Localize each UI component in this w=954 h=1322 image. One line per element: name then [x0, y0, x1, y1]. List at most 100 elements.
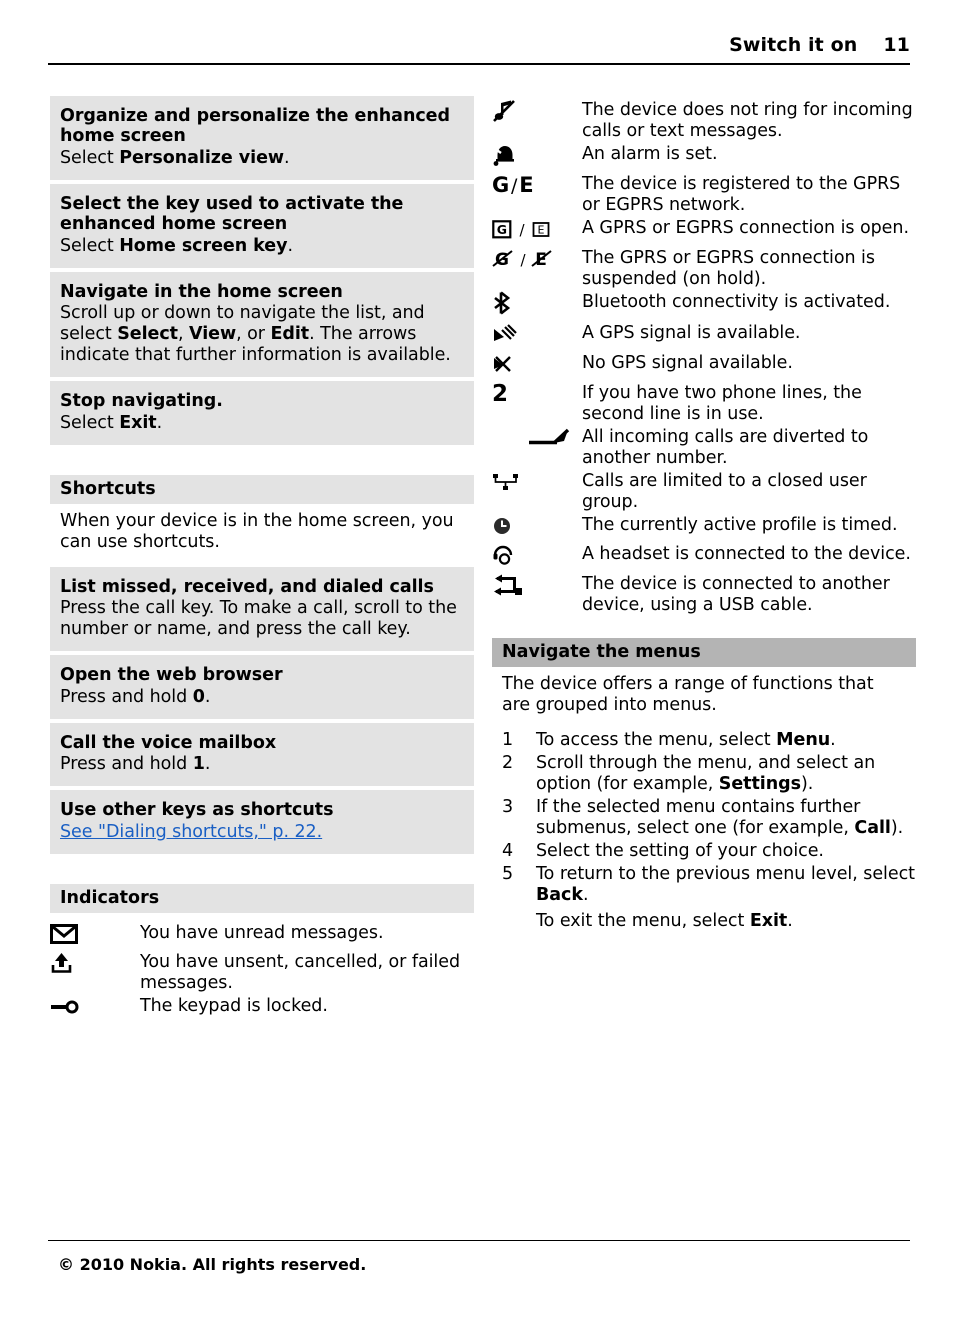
indicator-table-right: The device does not ring for incoming ca… — [492, 100, 916, 618]
indicator-text: The device does not ring for incoming ca… — [582, 100, 913, 141]
indicator-icon-cell: G / E — [492, 218, 582, 248]
step-text-part: Select the setting of your choice. — [536, 841, 824, 862]
step-text-part: ). — [800, 774, 814, 795]
indicator-text: You have unread messages. — [140, 922, 384, 943]
indicator-row: The device does not ring for incoming ca… — [492, 100, 916, 144]
indicator-icon-cell: 2 — [492, 380, 582, 427]
task-block-organize-home-screen: Organize and personalize the enhanced ho… — [50, 96, 474, 180]
task-body: Select Home screen key. — [60, 236, 464, 257]
indicator-row: Bluetooth connectivity is activated. — [492, 291, 916, 323]
silent-note-icon — [492, 100, 572, 122]
header-divider — [48, 63, 910, 65]
task-body-prefix: Select — [60, 147, 120, 168]
task-heading: Select the key used to activate the enha… — [60, 193, 404, 235]
section-heading-navigate-menus: Navigate the menus — [492, 638, 916, 668]
indicator-row: G / E The device is registered to the GP… — [492, 174, 916, 218]
task-body: Press and hold 1. — [60, 754, 464, 775]
timed-profile-clock-icon — [492, 515, 572, 537]
step-text: Select the setting of your choice. — [536, 841, 916, 862]
exit-note-emphasis: Exit — [749, 911, 788, 932]
indicator-icon-cell — [492, 323, 582, 353]
indicator-icon-cell — [50, 996, 140, 1022]
step-text-emphasis: Call — [854, 818, 891, 839]
task-block-navigate-home-screen: Navigate in the home screen Scroll up or… — [50, 271, 474, 378]
footer-copyright: © 2010 Nokia. All rights reserved. — [58, 1255, 367, 1274]
svg-text:G: G — [497, 222, 507, 237]
step-text: If the selected menu contains further su… — [536, 797, 916, 839]
menu-steps-list: 1 To access the menu, select Menu. 2 Scr… — [492, 730, 916, 906]
task-body: Scroll up or down to navigate the list, … — [60, 303, 464, 366]
task-block-select-activation-key: Select the key used to activate the enha… — [50, 183, 474, 268]
indicator-text: The device is connected to another devic… — [582, 574, 890, 615]
indicator-icon-cell: G / E — [492, 248, 582, 292]
line-two-glyph: 2 — [492, 380, 508, 407]
list-item: 3 If the selected menu contains further … — [492, 797, 916, 839]
gps-no-signal-icon — [492, 353, 572, 375]
step-number: 5 — [502, 864, 514, 885]
task-body-part: , — [178, 324, 190, 345]
indicator-icon-cell — [492, 100, 582, 144]
task-heading: Navigate in the home screen — [60, 281, 343, 302]
dialing-shortcuts-link[interactable]: See "Dialing shortcuts," p. 22. — [60, 822, 322, 842]
task-body: Select Exit. — [60, 413, 464, 434]
svg-text:E: E — [538, 224, 545, 237]
left-column: Organize and personalize the enhanced ho… — [50, 96, 474, 1022]
step-number: 1 — [502, 730, 514, 751]
indicator-text: You have unsent, cancelled, or failed me… — [140, 951, 461, 993]
task-body-emphasis: Home screen key — [119, 235, 288, 256]
task-heading: List missed, received, and dialed calls — [60, 576, 434, 597]
task-body-prefix: Select — [60, 412, 120, 433]
footer-divider — [48, 1240, 910, 1241]
indicator-icon-cell — [492, 471, 582, 515]
task-body-emphasis: Personalize view — [119, 147, 285, 168]
task-body: Press the call key. To make a call, scro… — [60, 598, 457, 640]
svg-text:/: / — [520, 251, 526, 269]
step-text-part: If the selected menu contains further su… — [536, 797, 861, 839]
indicator-icon-cell — [492, 574, 582, 618]
indicator-text: A headset is connected to the device. — [582, 544, 911, 564]
indicator-row: You have unread messages. — [50, 923, 474, 952]
indicator-text: No GPS signal available. — [582, 353, 793, 373]
indicator-text: All incoming calls are diverted to anoth… — [582, 427, 869, 468]
gps-signal-icon — [492, 323, 572, 345]
call-divert-arrow-icon — [492, 427, 576, 449]
indicator-text: If you have two phone lines, the second … — [582, 383, 862, 424]
indicator-row: The device is connected to another devic… — [492, 574, 916, 618]
step-number: 4 — [502, 841, 514, 862]
indicator-text: Calls are limited to a closed user group… — [582, 471, 867, 512]
task-block-list-calls: List missed, received, and dialed calls … — [50, 566, 474, 652]
indicator-text: A GPRS or EGPRS connection is open. — [582, 218, 909, 238]
indicator-text: A GPS signal is available. — [582, 323, 801, 343]
step-text-part: ). — [890, 818, 904, 839]
exit-menu-note: To exit the menu, select Exit. — [536, 911, 916, 932]
task-block-open-web-browser: Open the web browser Press and hold 0. — [50, 655, 474, 719]
indicator-icon-cell — [492, 291, 582, 323]
indicator-text: The keypad is locked. — [140, 995, 328, 1016]
task-body-suffix: . — [284, 147, 290, 168]
step-text-part: . — [830, 730, 836, 751]
indicator-row: Calls are limited to a closed user group… — [492, 471, 916, 515]
indicator-icon-cell — [492, 427, 582, 471]
indicator-row: A headset is connected to the device. — [492, 544, 916, 574]
task-body-emphasis: 0 — [192, 686, 205, 707]
task-heading: Organize and personalize the enhanced ho… — [60, 106, 450, 147]
step-text-part: . — [582, 885, 589, 906]
manual-page: Switch it on 1 1 Organize and personalize… — [0, 0, 954, 1322]
section-intro-text: The device offers a range of functions t… — [502, 674, 874, 716]
task-body-emphasis: Exit — [119, 412, 157, 433]
task-block-stop-navigating: Stop navigating. Select Exit. — [50, 381, 474, 445]
indicator-icon-cell — [50, 952, 140, 996]
header-chapter-title: Switch it on — [729, 34, 858, 56]
indicator-icon-cell — [492, 544, 582, 574]
task-body-suffix: . — [204, 686, 211, 707]
line-two-icon: 2 — [492, 380, 572, 407]
step-text-part: Scroll through the menu, and select an o… — [536, 753, 876, 795]
exit-note-part: To exit the menu, select — [536, 911, 750, 932]
task-heading: Open the web browser — [60, 665, 283, 686]
task-heading: Call the voice mailbox — [60, 732, 277, 753]
outbox-upload-icon — [50, 952, 130, 974]
task-body-emphasis: 1 — [192, 754, 205, 775]
task-body: Press and hold 0. — [60, 687, 464, 708]
indicator-icon-cell: G / E — [492, 174, 582, 218]
